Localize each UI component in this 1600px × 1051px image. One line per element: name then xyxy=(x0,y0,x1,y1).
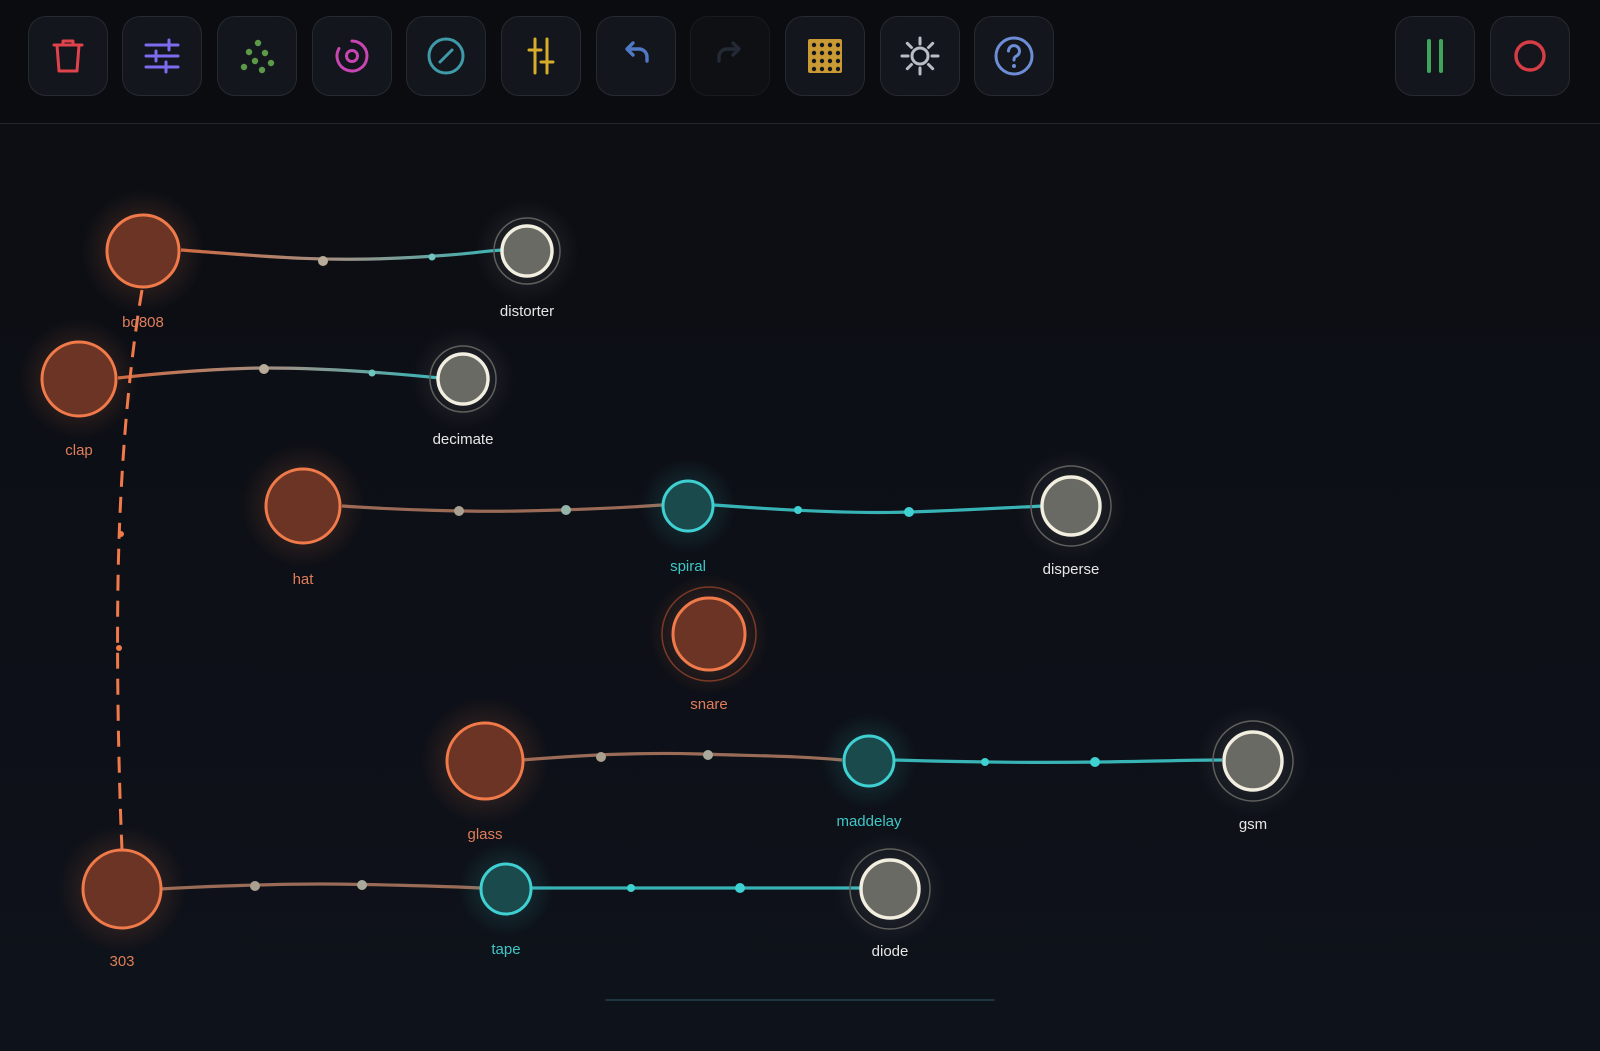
link-hat-spiral[interactable] xyxy=(341,503,663,513)
node-bd808[interactable]: bd808 xyxy=(81,189,205,331)
link-303-tape[interactable] xyxy=(159,882,481,891)
link-maddelay-gsm[interactable] xyxy=(893,758,1223,764)
node-snare[interactable]: snare xyxy=(649,574,769,713)
link-dot xyxy=(368,369,376,377)
node-label: disperse xyxy=(1043,561,1100,578)
link-dot xyxy=(118,531,124,537)
node-label: spiral xyxy=(670,558,706,575)
node-label: clap xyxy=(65,442,93,459)
node-label: glass xyxy=(467,826,502,843)
node-distorter[interactable]: distorter xyxy=(475,199,579,320)
node-label: gsm xyxy=(1239,816,1267,833)
node-tape[interactable]: tape xyxy=(458,841,554,958)
link-dot xyxy=(627,884,635,892)
link-dot xyxy=(735,883,745,893)
node-diode[interactable]: diode xyxy=(834,833,946,960)
node-decimate[interactable]: decimate xyxy=(411,327,515,448)
node-label: diode xyxy=(872,943,909,960)
link-spiral-disperse[interactable] xyxy=(713,503,1045,515)
link-dot xyxy=(1090,757,1100,767)
node-glass[interactable]: glass xyxy=(421,697,549,843)
node-label: bd808 xyxy=(122,314,164,331)
link-bd808-distorter[interactable] xyxy=(180,248,503,261)
link-dot xyxy=(428,253,436,261)
link-dot xyxy=(904,507,914,517)
link-clap-decimate[interactable] xyxy=(117,366,441,380)
node-label: 303 xyxy=(109,953,134,970)
node-spiral[interactable]: spiral xyxy=(640,458,736,575)
link-glass-maddelay[interactable] xyxy=(521,751,843,762)
node-gsm[interactable]: gsm xyxy=(1197,705,1309,833)
link-dot xyxy=(596,752,606,762)
node-disperse[interactable]: disperse xyxy=(1015,450,1127,578)
link-dot xyxy=(794,506,802,514)
patch-graph[interactable]: bd808 distorter clap decimate hat spiral… xyxy=(0,0,1600,1051)
link-dot xyxy=(357,880,367,890)
link-dot xyxy=(318,256,328,266)
app-window: bd808 distorter clap decimate hat spiral… xyxy=(0,0,1600,1051)
link-dot xyxy=(116,645,122,651)
node-label: maddelay xyxy=(836,813,902,830)
node-label: snare xyxy=(690,696,728,713)
link-dot xyxy=(981,758,989,766)
node-label: distorter xyxy=(500,303,554,320)
node-label: decimate xyxy=(433,431,494,448)
link-dot xyxy=(250,881,260,891)
node-303[interactable]: 303 xyxy=(58,825,186,970)
link-dot xyxy=(259,364,269,374)
node-maddelay[interactable]: maddelay xyxy=(821,713,917,830)
link-dot xyxy=(454,506,464,516)
node-label: hat xyxy=(293,571,315,588)
node-hat[interactable]: hat xyxy=(241,444,365,588)
node-clap[interactable]: clap xyxy=(19,319,139,459)
node-label: tape xyxy=(491,941,520,958)
link-dot xyxy=(561,505,571,515)
link-dot xyxy=(703,750,713,760)
scroll-indicator[interactable] xyxy=(605,999,995,1001)
